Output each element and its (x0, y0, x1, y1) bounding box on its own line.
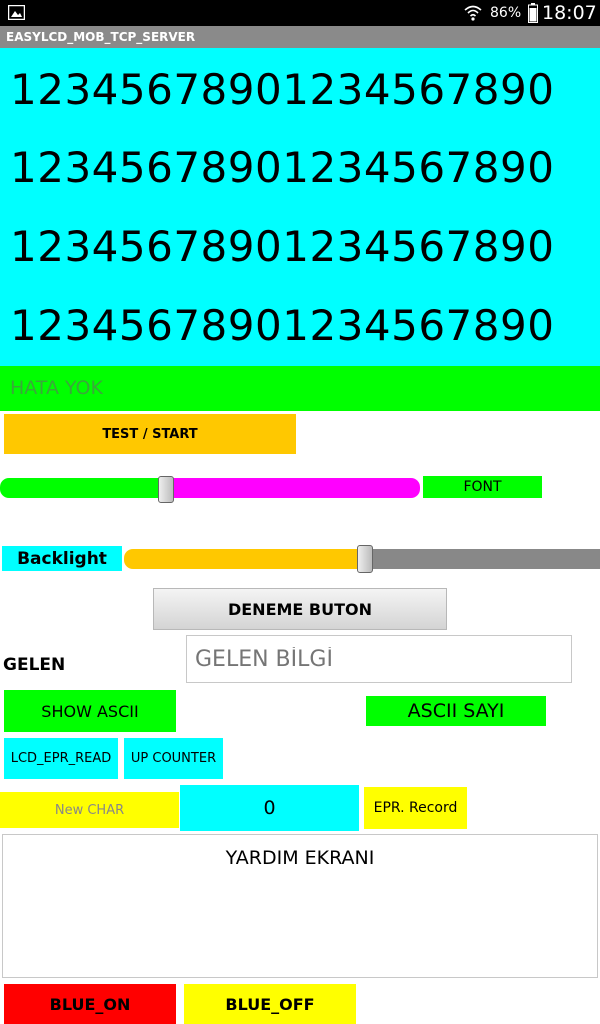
up-counter-label: UP COUNTER (130, 751, 217, 766)
font-slider-thumb[interactable] (158, 476, 174, 503)
show-ascii-label: SHOW ASCII (41, 701, 139, 721)
error-status-bar: HATA YOK (0, 366, 600, 411)
blue-off-label: BLUE_OFF (225, 994, 315, 1014)
clock: 18:07 (542, 2, 597, 24)
deneme-button[interactable]: DENEME BUTON (153, 588, 447, 630)
test-start-label: TEST / START (102, 426, 198, 442)
app-title: EASYLCD_MOB_TCP_SERVER (6, 30, 196, 44)
deneme-button-label: DENEME BUTON (227, 599, 373, 619)
lcd-epr-read-button[interactable]: LCD_EPR_READ (4, 738, 118, 779)
backlight-label: Backlight (2, 546, 122, 571)
app-title-bar: EASYLCD_MOB_TCP_SERVER (0, 26, 600, 48)
backlight-slider-remaining (362, 549, 600, 569)
status-bar: 86% 18:07 (0, 0, 600, 26)
font-size-slider[interactable] (0, 476, 420, 503)
backlight-slider-thumb[interactable] (357, 545, 373, 573)
counter-value: 0 (263, 797, 276, 819)
backlight-slider[interactable] (124, 545, 600, 573)
lcd-line-3: 12345678901234567890 (10, 222, 555, 271)
font-slider-filled (0, 478, 170, 498)
battery-icon (528, 3, 538, 23)
up-counter-button[interactable]: UP COUNTER (124, 738, 223, 779)
blue-on-button[interactable]: BLUE_ON (4, 984, 176, 1024)
epr-record-button[interactable]: EPR. Record (364, 787, 467, 829)
font-label-text: FONT (463, 479, 502, 495)
backlight-slider-filled (124, 549, 366, 569)
lcd-line-1: 12345678901234567890 (10, 65, 555, 114)
lcd-line-4: 12345678901234567890 (10, 301, 555, 350)
gelen-label: GELEN (3, 655, 66, 675)
new-char-label: New CHAR (54, 802, 125, 818)
help-screen-title: YARDIM EKRANI (225, 847, 375, 869)
error-status-text: HATA YOK (10, 377, 103, 399)
ascii-sayi-text: ASCII SAYI (407, 700, 505, 722)
counter-value-box: 0 (180, 785, 359, 831)
test-start-button[interactable]: TEST / START (4, 414, 296, 454)
gallery-notification-icon (7, 4, 26, 21)
lcd-line-2: 12345678901234567890 (10, 143, 555, 192)
font-label: FONT (423, 476, 542, 498)
blue-on-label: BLUE_ON (49, 994, 131, 1014)
help-screen-box[interactable]: YARDIM EKRANI (2, 834, 598, 978)
epr-record-label: EPR. Record (373, 800, 458, 816)
gelen-input[interactable] (186, 635, 572, 683)
ascii-sayi-label: ASCII SAYI (366, 696, 546, 726)
lcd-display: 12345678901234567890 1234567890123456789… (0, 48, 600, 366)
wifi-icon (463, 4, 483, 22)
blue-off-button[interactable]: BLUE_OFF (184, 984, 356, 1024)
backlight-label-text: Backlight (17, 548, 107, 569)
new-char-button[interactable]: New CHAR (0, 792, 179, 828)
show-ascii-button[interactable]: SHOW ASCII (4, 690, 176, 732)
font-slider-remaining (166, 478, 420, 498)
lcd-epr-read-label: LCD_EPR_READ (10, 751, 112, 766)
battery-percent: 86% (490, 5, 522, 21)
